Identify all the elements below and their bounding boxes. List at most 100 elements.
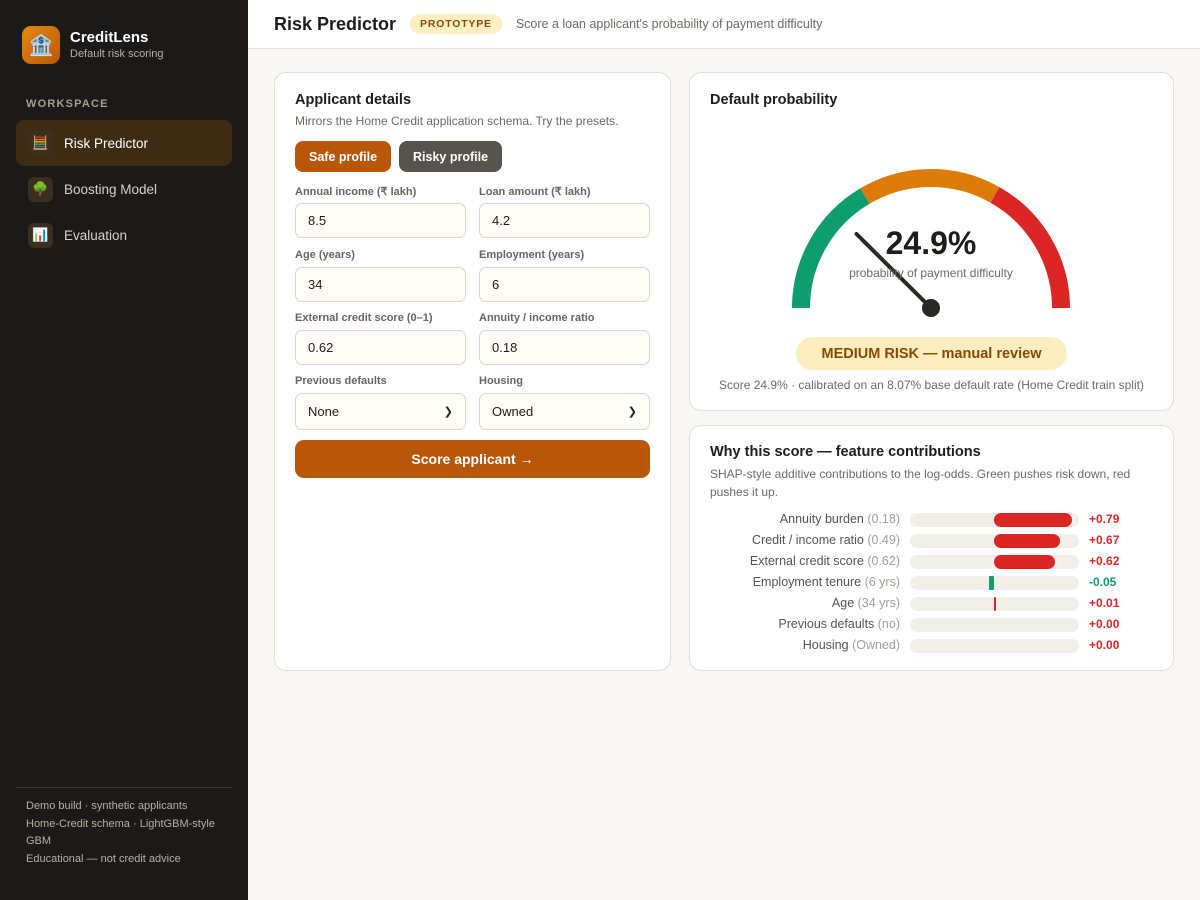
sidebar: 🏦 CreditLens Default risk scoring WORKSP… — [0, 0, 248, 900]
ext-score-input[interactable] — [295, 330, 466, 365]
page-title: Risk Predictor — [274, 13, 397, 34]
contribution-bar — [989, 576, 994, 590]
sidebar-item-label: Evaluation — [64, 227, 128, 243]
annuity-input[interactable] — [479, 330, 650, 365]
contribution-row: Age (34 yrs) +0.01 — [690, 594, 1173, 615]
contribution-row: Housing (Owned) +0.00 — [690, 636, 1173, 657]
age-input[interactable] — [295, 267, 466, 302]
contribution-track — [910, 513, 1079, 527]
contribution-track — [910, 576, 1079, 590]
feature-detail: (0.49) — [867, 533, 900, 547]
applicant-title: Applicant details — [295, 92, 412, 108]
employment-field-group: Employment (years) — [479, 249, 650, 302]
sidebar-footer: Demo build · synthetic applicants Home-C… — [16, 787, 232, 868]
contribution-row: Previous defaults (no) +0.00 — [690, 615, 1173, 636]
feature-name: Housing — [802, 638, 853, 652]
feature-name: External credit score — [749, 554, 868, 568]
contribution-track — [910, 534, 1079, 548]
probability-caption: probability of payment difficulty — [849, 266, 1013, 280]
contribution-value: +0.00 — [1089, 617, 1120, 631]
gauge-arc-medium — [860, 169, 1000, 204]
age-label: Age (years) — [295, 249, 355, 261]
top-bar: Risk Predictor PROTOTYPE Score a loan ap… — [248, 0, 1200, 49]
chevron-down-icon: ❯ — [443, 406, 453, 418]
employment-label: Employment (years) — [479, 249, 585, 261]
age-field-group: Age (years) — [295, 249, 466, 302]
contribution-value: +0.01 — [1089, 596, 1120, 610]
loan-field-group: Loan amount (₹ lakh) — [479, 185, 650, 238]
contribution-value: +0.00 — [1089, 638, 1120, 652]
prev-defaults-select[interactable]: None ❯ — [295, 393, 466, 430]
score-applicant-button[interactable]: Score applicant → — [295, 440, 650, 478]
probability-value: 24.9% — [885, 225, 977, 261]
prev-defaults-field-group: Previous defaults None ❯ — [295, 375, 466, 430]
contribution-row: Employment tenure (6 yrs) -0.05 — [690, 573, 1173, 594]
applicant-card: Applicant details Mirrors the Home Credi… — [274, 72, 671, 671]
contribution-track — [910, 597, 1079, 611]
sidebar-item-label: Risk Predictor — [64, 135, 149, 151]
footer-line: Demo build · synthetic applicants — [26, 800, 188, 812]
ext-score-label: External credit score (0–1) — [295, 312, 433, 324]
contribution-label: Annuity burden (0.18) — [780, 510, 900, 528]
annuity-label: Annuity / income ratio — [479, 312, 595, 324]
contribution-label: Age (34 yrs) — [832, 594, 900, 612]
applicant-subtitle: Mirrors the Home Credit application sche… — [295, 114, 619, 128]
risky-profile-button[interactable]: Risky profile — [399, 141, 503, 172]
contribution-value: -0.05 — [1089, 575, 1117, 589]
loan-input[interactable] — [479, 203, 650, 238]
sidebar-item-boosting-model[interactable]: 🌳 Boosting Model — [16, 166, 232, 212]
feature-detail: (34 yrs) — [857, 596, 900, 610]
footer-line: Home-Credit schema · LightGBM-style GBM — [26, 817, 215, 848]
contribution-value: +0.62 — [1089, 554, 1120, 568]
contribution-track — [910, 618, 1079, 632]
sidebar-item-risk-predictor[interactable]: 🧮 Risk Predictor — [16, 120, 232, 166]
contribution-bar — [994, 513, 1073, 527]
contributions-subtitle: SHAP-style additive contributions to the… — [710, 467, 1131, 499]
feature-name: Employment tenure — [752, 575, 865, 589]
prototype-badge: PROTOTYPE — [410, 14, 502, 34]
chevron-down-icon: ❯ — [627, 406, 637, 418]
safe-profile-button[interactable]: Safe profile — [295, 141, 392, 172]
ext-score-field-group: External credit score (0–1) — [295, 312, 466, 365]
prev-defaults-value: None — [308, 404, 340, 419]
contribution-label: Previous defaults (no) — [778, 615, 900, 633]
contribution-label: External credit score (0.62) — [750, 552, 900, 570]
brand: 🏦 CreditLens Default risk scoring — [22, 26, 164, 64]
risk-level-badge: MEDIUM RISK — manual review — [796, 337, 1067, 370]
gauge-hub — [922, 299, 940, 317]
contribution-value: +0.79 — [1089, 512, 1120, 526]
feature-detail: (6 yrs) — [864, 575, 900, 589]
housing-select[interactable]: Owned ❯ — [479, 393, 650, 430]
brand-name: CreditLens — [70, 29, 149, 46]
housing-label: Housing — [479, 375, 523, 387]
annuity-field-group: Annuity / income ratio — [479, 312, 650, 365]
loan-label: Loan amount (₹ lakh) — [479, 186, 591, 198]
abacus-icon: 🧮 — [28, 130, 53, 156]
contribution-value: +0.67 — [1089, 533, 1120, 547]
contributions-card: Why this score — feature contributions S… — [689, 425, 1174, 671]
contribution-bar — [994, 597, 996, 611]
contribution-track — [910, 555, 1079, 569]
sidebar-item-label: Boosting Model — [64, 181, 158, 197]
housing-value: Owned — [492, 404, 534, 419]
contribution-bar — [994, 555, 1056, 569]
income-input[interactable] — [295, 203, 466, 238]
feature-name: Annuity burden — [779, 512, 868, 526]
contribution-track — [910, 639, 1079, 653]
sidebar-item-evaluation[interactable]: 📊 Evaluation — [16, 212, 232, 258]
income-field-group: Annual income (₹ lakh) — [295, 185, 466, 238]
contribution-bar — [994, 534, 1061, 548]
feature-detail: (0.62) — [867, 554, 900, 568]
calibration-note: Score 24.9% · calibrated on an 8.07% bas… — [719, 378, 1144, 392]
probability-title: Default probability — [710, 92, 838, 108]
feature-name: Age — [831, 596, 858, 610]
income-label: Annual income (₹ lakh) — [295, 186, 417, 198]
feature-name: Credit / income ratio — [752, 533, 868, 547]
contributions-title: Why this score — feature contributions — [710, 444, 981, 460]
bank-icon: 🏦 — [22, 26, 60, 64]
contribution-label: Employment tenure (6 yrs) — [753, 573, 900, 591]
workspace-label: WORKSPACE — [26, 98, 109, 110]
contribution-row: External credit score (0.62) +0.62 — [690, 552, 1173, 573]
employment-input[interactable] — [479, 267, 650, 302]
tree-icon: 🌳 — [28, 176, 53, 202]
